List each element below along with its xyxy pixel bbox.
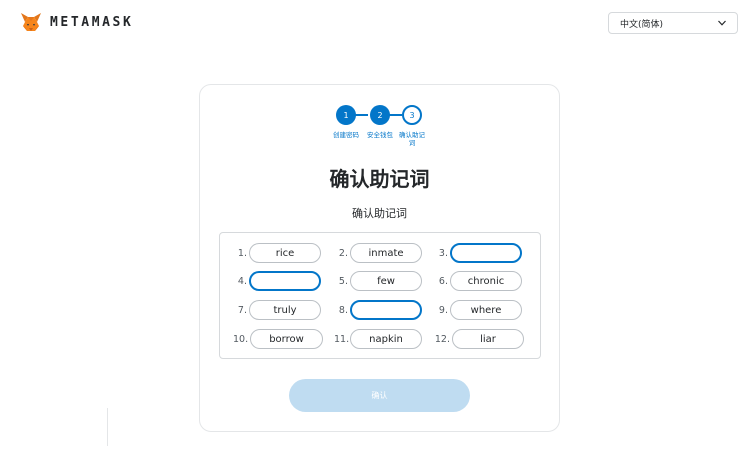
progress-steps: 1 2 3 创建密码 安全钱包 确认助记词 xyxy=(333,105,425,155)
seed-word-index: 11. xyxy=(334,333,350,345)
seed-phrase-grid: 1. rice 2. inmate 3. 4. 5. few 6. chroni… xyxy=(219,232,541,359)
page-title: 确认助记词 xyxy=(329,167,430,191)
step-1-circle: 1 xyxy=(336,105,356,125)
step-3-circle: 3 xyxy=(402,105,422,125)
seed-word-index: 2. xyxy=(338,247,348,259)
seed-word-value: where xyxy=(450,300,522,320)
seed-word-value: truly xyxy=(249,300,321,320)
seed-word-value: chronic xyxy=(450,271,522,291)
confirm-seed-card: 1 2 3 创建密码 安全钱包 确认助记词 确认助记词 确认助记词 1. ric… xyxy=(199,84,560,432)
chevron-down-icon xyxy=(717,18,727,28)
seed-word-value: liar xyxy=(452,329,524,349)
step-connector xyxy=(354,114,368,116)
seed-word-index: 7. xyxy=(237,304,247,316)
seed-word-9: 9. where xyxy=(434,299,522,321)
language-selected-value: 中文(简体) xyxy=(620,19,664,30)
seed-word-index: 1. xyxy=(237,247,247,259)
metamask-fox-icon xyxy=(20,12,42,32)
seed-word-10: 10. borrow xyxy=(233,328,323,350)
step-1-label: 创建密码 xyxy=(333,131,359,139)
step-2-label: 安全钱包 xyxy=(367,131,393,139)
step-connector xyxy=(388,114,402,116)
seed-word-11: 11. napkin xyxy=(334,328,422,350)
seed-word-input[interactable] xyxy=(249,271,321,291)
seed-word-value: inmate xyxy=(350,243,422,263)
seed-word-value: borrow xyxy=(250,329,323,349)
seed-word-12: 12. liar xyxy=(434,328,524,350)
step-2-circle: 2 xyxy=(370,105,390,125)
page-subtitle: 确认助记词 xyxy=(352,207,407,220)
seed-word-3[interactable]: 3. xyxy=(434,242,522,264)
seed-word-1: 1. rice xyxy=(234,242,321,264)
seed-word-input[interactable] xyxy=(450,243,522,263)
seed-word-5: 5. few xyxy=(335,270,422,292)
brand: METAMASK xyxy=(20,12,133,32)
seed-word-6: 6. chronic xyxy=(434,270,522,292)
seed-word-index: 8. xyxy=(338,304,348,316)
seed-word-index: 12. xyxy=(434,333,450,345)
seed-word-index: 6. xyxy=(438,275,448,287)
confirm-button[interactable]: 确认 xyxy=(289,379,470,412)
seed-word-index: 5. xyxy=(338,275,348,287)
seed-word-index: 4. xyxy=(237,275,247,287)
seed-word-index: 10. xyxy=(233,333,249,345)
language-select[interactable]: 中文(简体) xyxy=(608,12,738,34)
seed-word-value: rice xyxy=(249,243,321,263)
seed-word-index: 3. xyxy=(438,247,448,259)
seed-word-2: 2. inmate xyxy=(335,242,422,264)
seed-word-7: 7. truly xyxy=(234,299,321,321)
step-3-label: 确认助记词 xyxy=(399,131,425,147)
seed-word-value: few xyxy=(350,271,422,291)
seed-word-index: 9. xyxy=(438,304,448,316)
seed-word-8[interactable]: 8. xyxy=(335,299,422,321)
seed-word-input[interactable] xyxy=(350,300,422,320)
brand-name: METAMASK xyxy=(50,14,134,30)
divider xyxy=(107,408,108,446)
seed-word-value: napkin xyxy=(350,329,422,349)
seed-word-4[interactable]: 4. xyxy=(234,270,321,292)
